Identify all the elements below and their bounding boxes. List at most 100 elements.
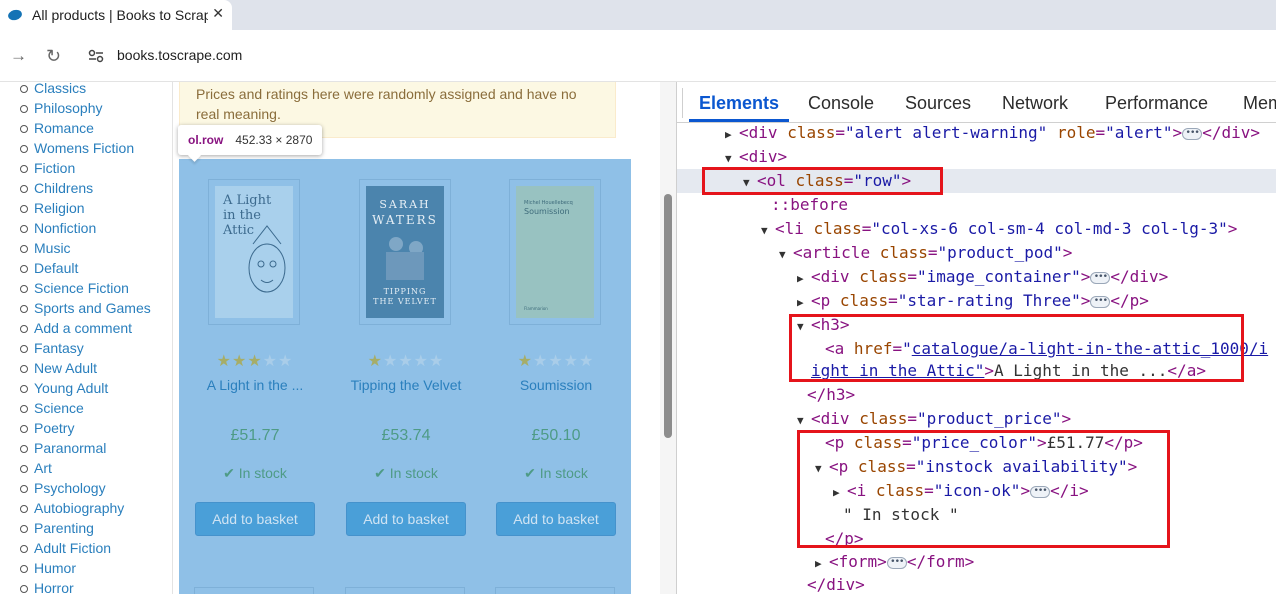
site-favicon-icon [6,8,24,22]
category-link[interactable]: Childrens [20,178,172,198]
scrollbar-thumb[interactable] [664,194,672,438]
tab-memory[interactable]: Memory [1243,93,1276,114]
product-image[interactable]: SARAH WATERS TIPPING THE VELVET [359,179,451,325]
category-link[interactable]: Sports and Games [20,298,172,318]
product-title-link[interactable]: Soumission [495,377,617,393]
dom-node-h3-close[interactable]: </h3> [807,383,855,407]
dom-node-product-price[interactable]: ▼ <div class="product_price"> [797,407,1071,431]
category-link[interactable]: Science [20,398,172,418]
collapsed-content-icon[interactable]: ••• [1090,271,1111,284]
category-link[interactable]: Philosophy [20,98,172,118]
tab-performance[interactable]: Performance [1105,93,1208,114]
dom-node-alert[interactable]: ▶ <div class="alert alert-warning" role="… [725,121,1260,145]
tab-sources[interactable]: Sources [905,93,971,114]
collapse-triangle-icon[interactable]: ▼ [779,243,793,267]
tab-console[interactable]: Console [808,93,874,114]
add-to-basket-button[interactable]: Add to basket [195,502,315,536]
star-empty-icon: ★ [413,353,430,370]
expand-triangle-icon[interactable]: ▶ [725,123,739,147]
book-cover-image: A Light in the Attic [215,186,293,318]
category-link[interactable]: Autobiography [20,498,172,518]
category-link[interactable]: Parenting [20,518,172,538]
collapsed-content-icon[interactable]: ••• [886,556,907,569]
star-rating: ★★★★★ [495,351,617,371]
category-link[interactable]: Horror [20,578,172,594]
forward-icon[interactable]: → [10,46,27,66]
category-link[interactable]: Music [20,238,172,258]
devtools-panel: ⋮ Elements Console Sources Network Perfo… [676,82,1276,594]
stock-status: ✔ In stock [495,465,617,482]
tab-elements[interactable]: Elements [699,93,779,114]
product-image[interactable]: A Light in the Attic [208,179,300,325]
site-info-icon[interactable] [88,49,104,63]
category-link[interactable]: Romance [20,118,172,138]
category-link[interactable]: Adult Fiction [20,538,172,558]
category-link[interactable]: Science Fiction [20,278,172,298]
collapsed-content-icon[interactable]: ••• [1090,295,1111,308]
add-to-basket-button[interactable]: Add to basket [496,502,616,536]
dom-node-star-rating[interactable]: ▶ <p class="star-rating Three"> ••• </p> [797,289,1149,313]
category-link[interactable]: Psychology [20,478,172,498]
category-link[interactable]: Art [20,458,172,478]
category-link[interactable]: Fiction [20,158,172,178]
svg-text:in the: in the [223,208,261,223]
collapse-triangle-icon[interactable]: ▼ [761,219,775,243]
stock-status: ✔ In stock [345,465,467,482]
dom-pseudo-before[interactable]: ::before [771,193,848,217]
star-empty-icon: ★ [532,353,549,370]
svg-text:TIPPING: TIPPING [384,287,427,296]
product-price: £50.10 [531,427,581,444]
category-link[interactable]: Fantasy [20,338,172,358]
star-filled-icon: ★ [247,353,263,370]
category-link[interactable]: Humor [20,558,172,578]
dom-node-div-close[interactable]: </div> [807,573,865,594]
annotation-box-ol [702,167,943,195]
browser-tab-strip: All products | Books to Scrape ✕ [0,0,1276,30]
check-icon: ✔ [524,465,536,481]
browser-tab[interactable]: All products | Books to Scrape ✕ [0,0,232,30]
stock-label: In stock [238,465,287,481]
product-price: £51.77 [230,427,280,444]
star-filled-icon: ★ [367,353,383,370]
category-link[interactable]: Religion [20,198,172,218]
next-product-card-edge [194,587,314,594]
dom-node-form[interactable]: ▶ <form> ••• </form> [815,550,974,574]
next-product-card-edge [345,587,465,594]
product-image[interactable]: Michel Houellebecq Soumission Flammarion [509,179,601,325]
dom-node-li[interactable]: ▼ <li class="col-xs-6 col-sm-4 col-md-3 c… [761,217,1237,241]
reload-icon[interactable]: ↻ [46,46,61,67]
add-to-basket-button[interactable]: Add to basket [346,502,466,536]
close-tab-icon[interactable]: ✕ [212,5,224,22]
stock-label: In stock [389,465,438,481]
category-link[interactable]: Default [20,258,172,278]
product-title-link[interactable]: Tipping the Velvet [345,377,467,393]
collapsed-content-icon[interactable]: ••• [1182,127,1203,140]
category-link[interactable]: Young Adult [20,378,172,398]
more-options-icon[interactable]: ⋮ [677,90,678,107]
category-link[interactable]: Paranormal [20,438,172,458]
page-scrollbar[interactable] [660,82,676,594]
product-title-link[interactable]: A Light in the ... [194,377,316,393]
category-link[interactable]: Poetry [20,418,172,438]
inspect-tooltip: ol.row 452.33 × 2870 [178,125,323,155]
svg-text:Attic: Attic [222,223,254,238]
expand-triangle-icon[interactable]: ▶ [797,291,811,315]
category-link[interactable]: Add a comment [20,318,172,338]
expand-triangle-icon[interactable]: ▶ [797,267,811,291]
category-link[interactable]: Classics [20,82,172,98]
category-link[interactable]: New Adult [20,358,172,378]
svg-text:SARAH: SARAH [379,198,430,211]
dom-node-article[interactable]: ▼ <article class="product_pod"> [779,241,1072,265]
tab-network[interactable]: Network [1002,93,1068,114]
url-text[interactable]: books.toscrape.com [117,47,242,63]
tooltip-selector: ol.row [188,133,224,147]
book-cover-image: Michel Houellebecq Soumission Flammarion [516,186,594,318]
category-link[interactable]: Womens Fiction [20,138,172,158]
dom-node-div[interactable]: ▼ <div> [725,145,787,169]
dom-node-image-container[interactable]: ▶ <div class="image_container"> ••• </div> [797,265,1168,289]
svg-text:WATERS: WATERS [372,213,438,227]
stock-status: ✔ In stock [194,465,316,482]
category-link[interactable]: Nonfiction [20,218,172,238]
svg-text:Michel Houellebecq: Michel Houellebecq [524,200,573,206]
product-card: Michel Houellebecq Soumission Flammarion… [495,179,617,536]
